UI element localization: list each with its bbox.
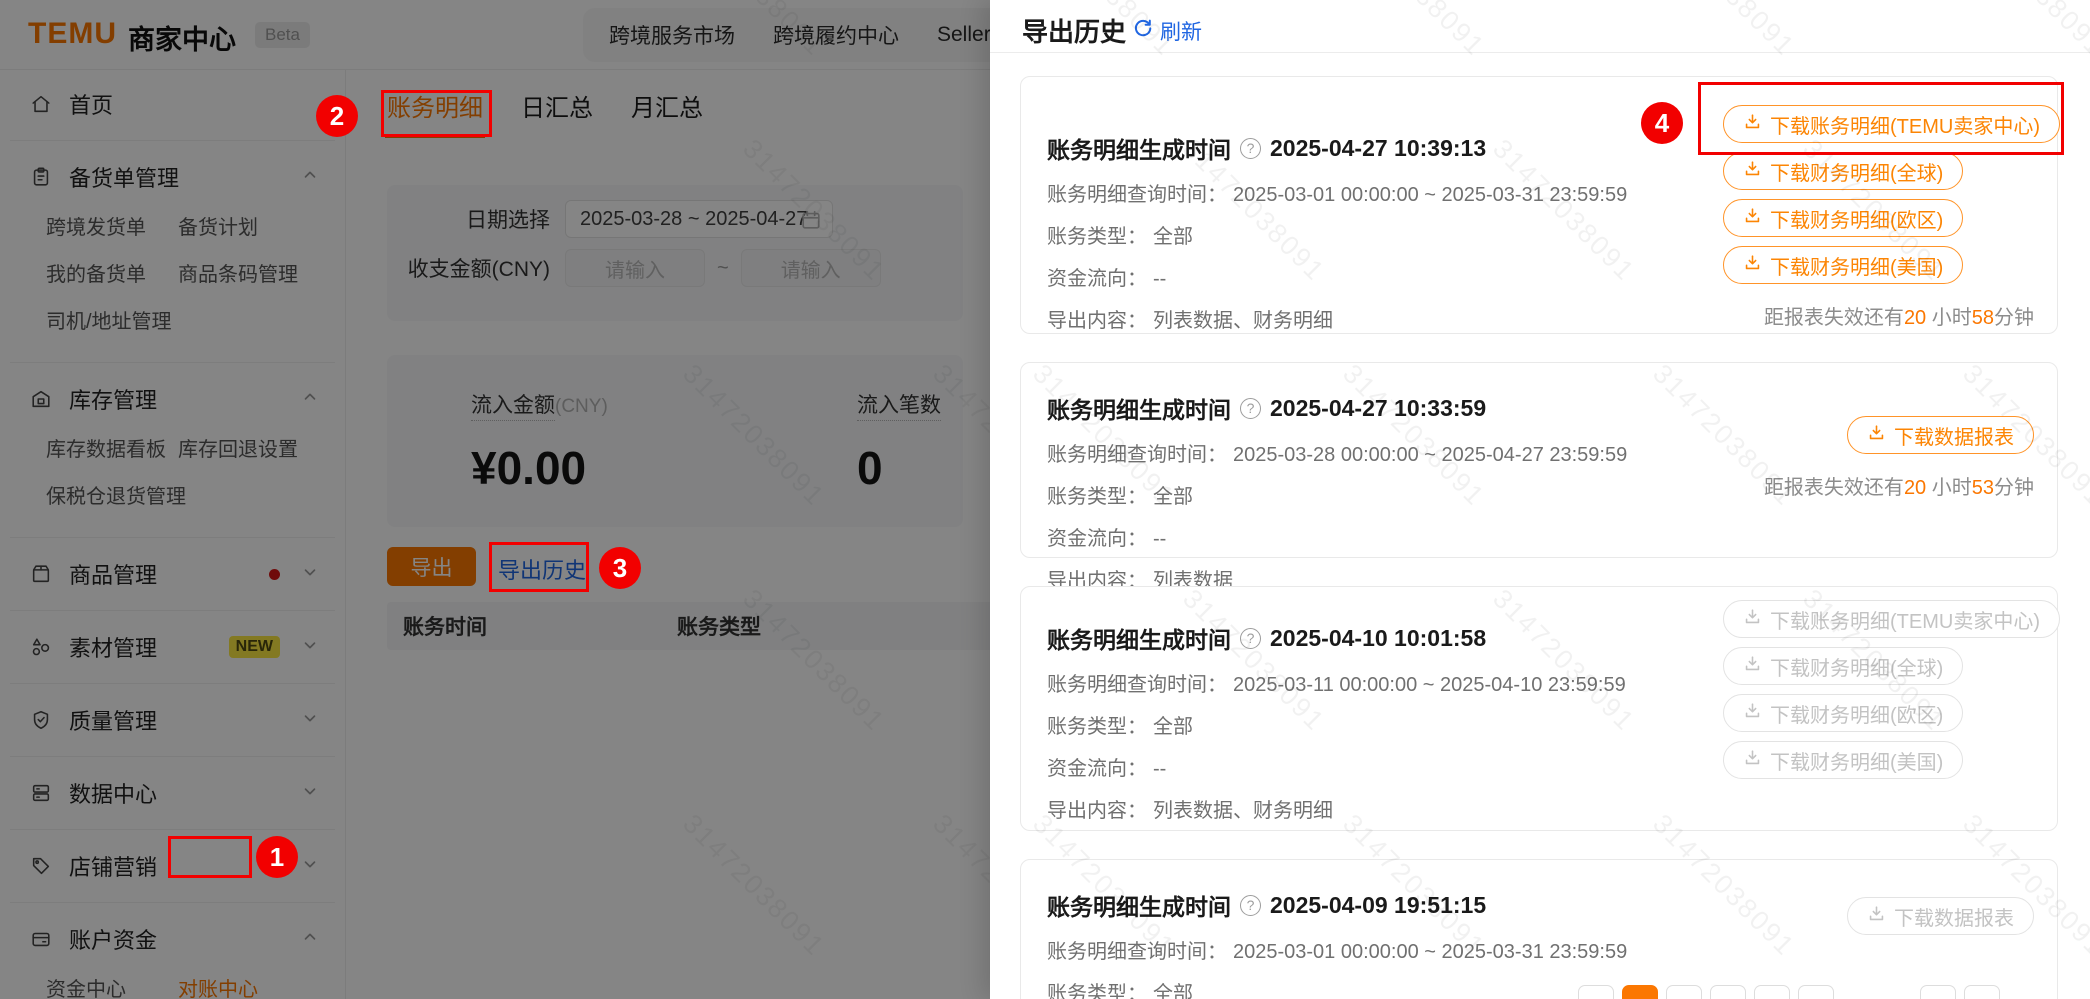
field-label: 账务明细查询时间： — [1047, 184, 1227, 206]
field-value: -- — [1153, 268, 1167, 290]
refresh-button[interactable]: 刷新 — [1133, 16, 1202, 46]
download-icon — [1867, 904, 1886, 929]
field-value: 2025-03-28 00:00:00 ~ 2025-04-27 23:59:5… — [1233, 444, 1628, 466]
field-value: 全部 — [1153, 226, 1193, 248]
generate-time-label: 账务明细生成时间 — [1047, 627, 1231, 653]
field-label: 账务明细查询时间： — [1047, 674, 1227, 696]
download-buttons: 下载数据报表 — [1723, 897, 2034, 944]
export-record-list: 账务明细生成时间? 2025-04-27 10:39:13 账务明细查询时间： 202… — [1020, 52, 2060, 999]
export-record-card: 账务明细生成时间? 2025-04-09 19:51:15 账务明细查询时间： 202… — [1020, 859, 2058, 999]
download-icon — [1743, 206, 1762, 231]
download-button-label: 下载财务明细(全球) — [1770, 162, 1944, 185]
download-button: 下载财务明细(欧区) — [1723, 694, 1964, 732]
report-expiry-countdown: 距报表失效还有20 小时53分钟 — [1763, 477, 2034, 499]
pagination-page[interactable] — [1710, 985, 1746, 999]
help-icon[interactable]: ? — [1240, 894, 1261, 916]
refresh-icon — [1133, 18, 1153, 44]
download-button: 下载账务明细(TEMU卖家中心) — [1723, 600, 2060, 638]
download-button[interactable]: 下载财务明细(全球) — [1723, 152, 1964, 190]
download-button-label: 下载财务明细(美国) — [1770, 256, 1944, 279]
generate-time-value: 2025-04-27 10:39:13 — [1270, 134, 1487, 161]
download-icon — [1743, 112, 1762, 137]
download-icon — [1743, 607, 1762, 632]
field-label: 资金流向： — [1047, 758, 1147, 780]
pagination — [990, 985, 2090, 999]
field-label: 资金流向： — [1047, 268, 1147, 290]
download-button: 下载数据报表 — [1847, 897, 2034, 935]
record-field-row: 资金流向： -- — [1047, 522, 2057, 551]
field-label: 账务明细查询时间： — [1047, 941, 1227, 963]
field-value: 全部 — [1153, 486, 1193, 508]
export-history-drawer: 导出历史 刷新 账务明细生成时间? 2025-04-27 10:39:13 账务明细… — [990, 0, 2090, 999]
pagination-page[interactable] — [1964, 985, 2000, 999]
annotation-step-4: 4 — [1641, 102, 1683, 144]
help-icon[interactable]: ? — [1240, 627, 1261, 649]
download-button[interactable]: 下载财务明细(欧区) — [1723, 199, 1964, 237]
field-value: 列表数据、财务明细 — [1153, 310, 1333, 332]
annotation-step-1: 1 — [256, 836, 298, 878]
pagination-page[interactable] — [1622, 985, 1658, 999]
download-button-label: 下载财务明细(欧区) — [1770, 704, 1944, 727]
download-buttons: 下载账务明细(TEMU卖家中心) 下载财务明细(全球) 下载财务明细(欧区) 下载财务… — [1723, 600, 2060, 788]
pagination-page[interactable] — [1798, 985, 1834, 999]
drawer-title: 导出历史 — [1022, 17, 1127, 47]
export-record-card: 账务明细生成时间? 2025-04-10 10:01:58 账务明细查询时间： 202… — [1020, 586, 2060, 831]
field-label: 导出内容： — [1047, 800, 1147, 822]
page: TEMU 商家中心 Beta 跨境服务市场 跨境履约中心 Seller Ce 首页备… — [0, 0, 2090, 999]
download-button-label: 下载财务明细(美国) — [1770, 751, 1944, 774]
generate-time-label: 账务明细生成时间 — [1047, 137, 1231, 163]
field-label: 资金流向： — [1047, 528, 1147, 550]
field-label: 账务类型： — [1047, 486, 1147, 508]
field-value: 2025-03-01 00:00:00 ~ 2025-03-31 23:59:5… — [1233, 184, 1628, 206]
download-icon — [1743, 159, 1762, 184]
export-record-card: 账务明细生成时间? 2025-04-27 10:39:13 账务明细查询时间： 202… — [1020, 76, 2060, 334]
download-icon — [1743, 253, 1762, 278]
annotation-step-3: 3 — [599, 547, 641, 589]
download-icon — [1743, 701, 1762, 726]
field-value: 全部 — [1153, 716, 1193, 738]
field-value: 2025-03-11 00:00:00 ~ 2025-04-10 23:59:5… — [1233, 674, 1626, 696]
field-label: 账务类型： — [1047, 226, 1147, 248]
download-button: 下载财务明细(美国) — [1723, 741, 1964, 779]
download-icon — [1867, 423, 1886, 448]
download-button-label: 下载账务明细(TEMU卖家中心) — [1770, 115, 2040, 138]
help-icon[interactable]: ? — [1240, 397, 1261, 419]
download-button-label: 下载账务明细(TEMU卖家中心) — [1770, 610, 2040, 633]
pagination-page[interactable] — [1920, 985, 1956, 999]
export-record-card: 账务明细生成时间? 2025-04-27 10:33:59 账务明细查询时间： 202… — [1020, 362, 2058, 592]
field-value: 列表数据、财务明细 — [1153, 800, 1333, 822]
download-icon — [1743, 748, 1762, 773]
field-value: -- — [1153, 758, 1167, 780]
record-field-row: 导出内容： 列表数据、财务明细 — [1047, 794, 2057, 823]
field-label: 账务类型： — [1047, 716, 1147, 738]
field-label: 账务明细查询时间： — [1047, 444, 1227, 466]
help-icon[interactable]: ? — [1240, 137, 1261, 159]
download-buttons: 下载数据报表距报表失效还有20 小时53分钟 — [1723, 416, 2034, 500]
field-value: 2025-03-01 00:00:00 ~ 2025-03-31 23:59:5… — [1233, 941, 1628, 963]
pagination-page[interactable] — [1666, 985, 1702, 999]
download-button[interactable]: 下载账务明细(TEMU卖家中心) — [1723, 105, 2060, 143]
download-button-label: 下载数据报表 — [1894, 907, 2014, 930]
generate-time-value: 2025-04-27 10:33:59 — [1270, 394, 1487, 421]
refresh-label: 刷新 — [1160, 21, 1202, 44]
report-expiry-countdown: 距报表失效还有20 小时58分钟 — [1763, 307, 2034, 329]
download-button[interactable]: 下载数据报表 — [1847, 416, 2034, 454]
download-button[interactable]: 下载财务明细(美国) — [1723, 246, 1964, 284]
download-button-label: 下载数据报表 — [1894, 426, 2014, 449]
download-button-label: 下载财务明细(全球) — [1770, 657, 1944, 680]
field-value: -- — [1153, 528, 1167, 550]
download-buttons: 下载账务明细(TEMU卖家中心) 下载财务明细(全球) 下载财务明细(欧区) 下载财务… — [1723, 105, 2060, 330]
generate-time-value: 2025-04-10 10:01:58 — [1270, 624, 1487, 651]
pagination-page[interactable] — [1754, 985, 1790, 999]
generate-time-label: 账务明细生成时间 — [1047, 397, 1231, 423]
pagination-prev[interactable] — [1578, 985, 1614, 999]
download-button: 下载财务明细(全球) — [1723, 647, 1964, 685]
download-button-label: 下载财务明细(欧区) — [1770, 209, 1944, 232]
generate-time-value: 2025-04-09 19:51:15 — [1270, 891, 1487, 918]
generate-time-label: 账务明细生成时间 — [1047, 894, 1231, 920]
annotation-step-2: 2 — [316, 95, 358, 137]
download-icon — [1743, 654, 1762, 679]
field-label: 导出内容： — [1047, 310, 1147, 332]
